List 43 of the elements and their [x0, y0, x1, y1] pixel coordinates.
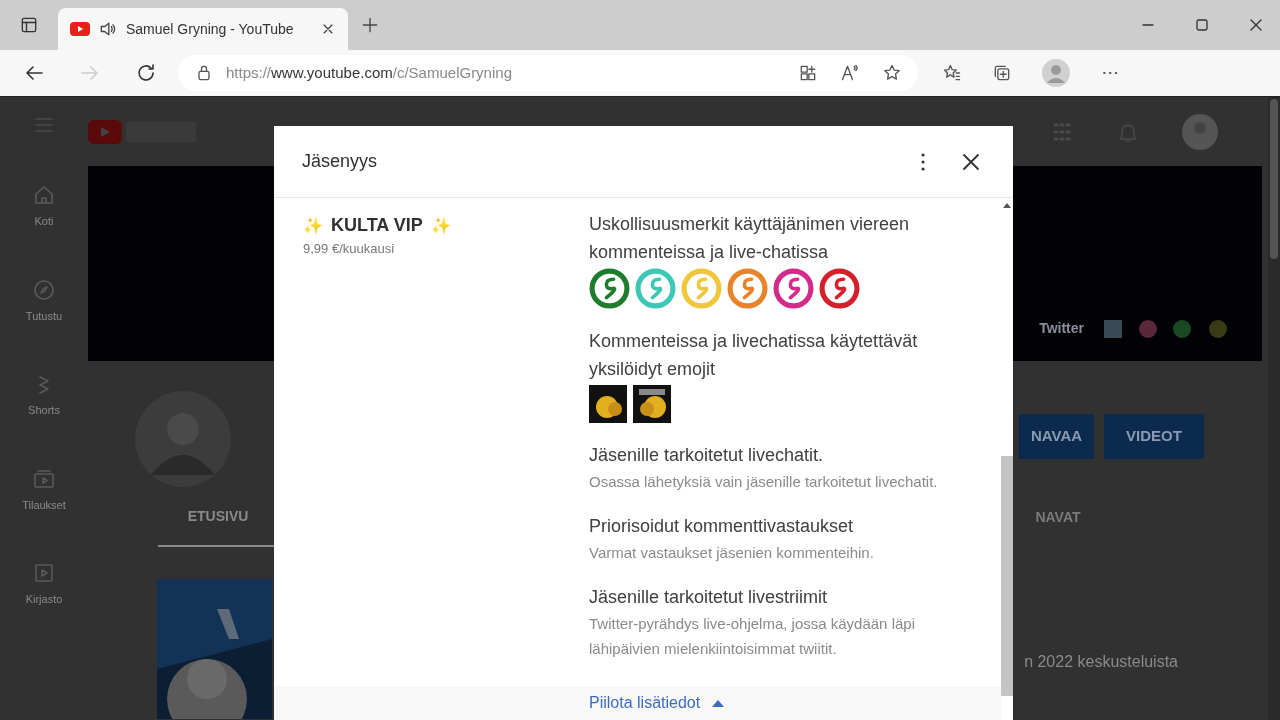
new-tab-icon[interactable] — [360, 15, 380, 35]
caret-icon — [712, 699, 725, 707]
video-title[interactable]: n 2022 keskusteluista — [1024, 650, 1178, 719]
address-field[interactable]: https://www.youtube.com/c/SamuelGryning — [178, 55, 918, 91]
sidebar-item[interactable]: Tutustu — [25, 307, 63, 324]
perk-title: Priorisoidut kommenttivastaukset — [589, 515, 855, 538]
perk-title: Uskollisuusmerkit käyttäjänimen viereen kommenteissa ja live-chatissa — [589, 213, 911, 264]
banner-link[interactable]: Twitter — [1039, 318, 1084, 339]
toggle-details-link[interactable]: Piilota lisätiedot — [589, 691, 725, 715]
channel-button[interactable]: NAVAA — [1019, 414, 1094, 459]
home-icon — [32, 183, 56, 207]
channel-tab[interactable]: NAVAT — [1018, 487, 1098, 547]
read-aloud-icon[interactable] — [840, 63, 860, 83]
sidebar-item[interactable]: Koti — [34, 213, 54, 230]
sidebar-item[interactable]: Shorts — [28, 402, 60, 419]
perk-title: Jäsenille tarkoitetut livechatit. — [589, 444, 825, 467]
perk-description: Osassa lähetyksiä vain jäsenille tarkoitetut livechatit. — [589, 472, 939, 492]
scroll-up-icon[interactable] — [1003, 202, 1011, 208]
compass-icon — [32, 277, 56, 302]
perk-title: Jäsenille tarkoitetut livestriimit — [589, 586, 829, 609]
perk-description: Twitter-pyrähdys live-ohjelma, jossa käydään läpi lähipäivien mielenkiintoisimmat twiitit. — [589, 614, 916, 659]
tab-title: Samuel Gryning - YouTube — [126, 19, 295, 39]
collections-icon[interactable] — [992, 63, 1012, 83]
library-icon — [32, 561, 56, 585]
perk-description: Varmat vastaukset jäsenien kommenteihin. — [589, 543, 875, 563]
star-icon[interactable] — [882, 63, 902, 83]
browser-tab[interactable]: Samuel Gryning - YouTube — [58, 8, 348, 50]
scrollbar-thumb[interactable] — [1001, 456, 1013, 696]
tab-actions-icon[interactable] — [19, 15, 39, 35]
apps-icon[interactable] — [798, 63, 818, 83]
sparkle-icon: ✨ — [430, 213, 451, 238]
sidebar-item[interactable]: Tilaukset — [22, 496, 66, 513]
tier-price: 9,99 €/kuukausi — [303, 240, 396, 258]
sparkle-icon: ✨ — [303, 213, 323, 238]
favorites-icon[interactable] — [942, 63, 962, 83]
perk-title: Kommenteissa ja livechatissa käytettävät yksilöidyt emojit — [589, 330, 919, 381]
scrollbar-thumb[interactable] — [1270, 99, 1278, 259]
youtube-icon — [70, 22, 90, 36]
sidebar-item[interactable]: Kirjasto — [25, 591, 63, 608]
dialog-title: Jäsenyys — [302, 150, 378, 173]
profile-avatar[interactable] — [1042, 59, 1070, 87]
tier-name: KULTA VIP — [331, 214, 423, 237]
channel-button[interactable]: VIDEOT — [1104, 414, 1204, 459]
